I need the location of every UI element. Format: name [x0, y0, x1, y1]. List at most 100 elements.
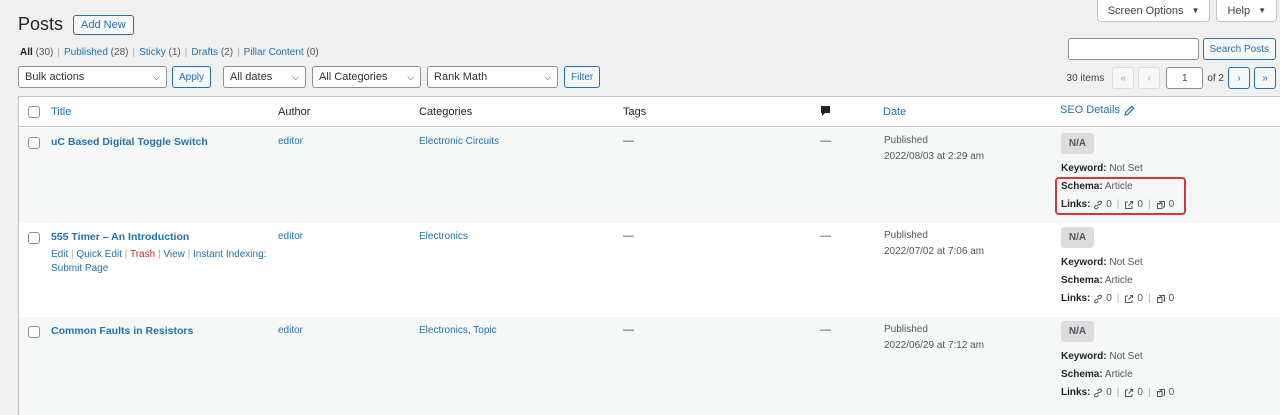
links-separator: | [1116, 293, 1120, 304]
action-separator: | [157, 249, 161, 260]
row-actions: Edit | Quick Edit | Trash | View | Insta… [51, 248, 271, 276]
apply-button[interactable]: Apply [172, 66, 212, 88]
table-header: Title Author Categories Tags Date SEO De… [19, 97, 1280, 127]
seo-filter-select[interactable]: Rank Math ⌵ [427, 66, 559, 88]
internal-links: 0 [1093, 293, 1112, 304]
view-separator: | [132, 47, 136, 58]
column-title[interactable]: Title [51, 106, 71, 118]
category-filter-select[interactable]: All Categories ⌵ [312, 66, 422, 88]
pencil-icon[interactable] [1124, 104, 1135, 116]
view-sticky[interactable]: Sticky (1) [139, 47, 181, 58]
date-filter-select[interactable]: All dates ⌵ [223, 66, 307, 88]
author-link[interactable]: editor [278, 136, 303, 147]
tags-value: — [623, 230, 634, 242]
last-page-button[interactable]: » [1254, 67, 1276, 89]
post-date-value: 2022/08/03 at 2:29 am [884, 151, 985, 162]
help-label: Help [1227, 4, 1251, 17]
author-link[interactable]: editor [278, 231, 303, 242]
column-date[interactable]: Date [883, 106, 906, 118]
external-link-icon [1125, 388, 1134, 397]
seo-schema: Schema: Article [1061, 275, 1133, 286]
post-status: Published [884, 230, 928, 241]
view-drafts-label: Drafts [191, 47, 219, 58]
links-separator: | [1147, 387, 1151, 398]
view-published[interactable]: Published (28) [64, 47, 129, 58]
filter-button[interactable]: Filter [564, 66, 601, 88]
search-input[interactable] [1067, 38, 1199, 60]
external-links: 0 [1124, 387, 1143, 398]
view-pillar-label: Pillar Content [243, 47, 304, 58]
view-action[interactable]: View [163, 249, 185, 260]
keyword-value: Not Set [1109, 163, 1143, 174]
chevron-down-icon: ⌵ [544, 71, 552, 82]
first-page-button[interactable]: « [1112, 67, 1135, 89]
links-separator: | [1116, 387, 1120, 398]
link-icon [1094, 388, 1103, 397]
chevron-down-icon: ⌵ [407, 71, 415, 82]
total-pages: of 2 [1207, 72, 1224, 84]
links-label: Links: [1061, 387, 1091, 398]
current-page-input[interactable]: 1 [1166, 67, 1204, 89]
comments-value: — [820, 135, 831, 147]
category-link[interactable]: Electronics [419, 231, 468, 242]
view-all[interactable]: All (30) [20, 47, 53, 58]
category-link[interactable]: Electronics, Topic [419, 325, 497, 336]
seo-keyword: Keyword: Not Set [1061, 257, 1143, 268]
author-link[interactable]: editor [278, 325, 303, 336]
screen-options-button[interactable]: Screen Options ▼ [1096, 0, 1211, 22]
prev-page-button[interactable]: ‹ [1138, 67, 1161, 89]
post-title-link[interactable]: 555 Timer – An Introduction [51, 231, 189, 243]
incoming-link-icon [1156, 294, 1165, 303]
screen-meta-links: Screen Options ▼ Help ▼ [1096, 0, 1277, 22]
category-link[interactable]: Electronic Circuits [419, 136, 499, 147]
incoming-links-count: 0 [1168, 387, 1175, 398]
post-date-value: 2022/07/02 at 7:06 am [884, 246, 985, 257]
post-date: Published 2022/06/29 at 7:12 am [884, 322, 984, 354]
select-all-checkbox[interactable] [28, 106, 40, 118]
tags-value: — [623, 324, 634, 336]
action-separator: | [71, 249, 74, 260]
incoming-links: 0 [1156, 293, 1174, 304]
post-date: Published 2022/07/02 at 7:06 am [884, 228, 984, 260]
view-separator: | [184, 47, 188, 58]
bulk-actions-value: Bulk actions [25, 71, 85, 83]
column-seo-details[interactable]: SEO Details [1060, 104, 1135, 116]
seo-keyword: Keyword: Not Set [1061, 163, 1143, 174]
link-icon [1094, 294, 1103, 303]
help-button[interactable]: Help ▼ [1216, 0, 1277, 22]
post-title-link[interactable]: uC Based Digital Toggle Switch [51, 136, 208, 148]
row-checkbox[interactable] [28, 137, 40, 149]
search-posts-button[interactable]: Search Posts [1202, 38, 1276, 60]
row-checkbox[interactable] [28, 326, 40, 338]
next-page-button[interactable]: › [1228, 67, 1250, 89]
quick-edit-action[interactable]: Quick Edit [76, 249, 122, 260]
view-published-label: Published [63, 47, 108, 58]
post-title-link[interactable]: Common Faults in Resistors [51, 325, 193, 337]
comment-icon[interactable] [820, 105, 831, 120]
view-separator: | [237, 47, 240, 58]
seo-details-label: SEO Details [1060, 104, 1120, 116]
internal-links: 0 [1093, 387, 1112, 398]
caret-down-icon: ▼ [1191, 6, 1200, 15]
add-new-button[interactable]: Add New [73, 14, 134, 35]
instant-indexing-label: Instant Indexing: [193, 249, 267, 260]
seo-score-badge: N/A [1061, 321, 1094, 342]
items-count: 30 items [1066, 72, 1105, 84]
bulk-actions-select[interactable]: Bulk actions ⌵ [18, 66, 167, 88]
submit-page-action[interactable]: Submit Page [51, 263, 108, 274]
post-date: Published 2022/08/03 at 2:29 am [884, 133, 984, 165]
keyword-label: Keyword: [1061, 257, 1107, 268]
internal-links-count: 0 [1106, 293, 1112, 304]
view-pillar-content[interactable]: Pillar Content (0) [244, 47, 319, 58]
view-drafts[interactable]: Drafts (2) [191, 47, 233, 58]
row-checkbox[interactable] [28, 232, 40, 244]
schema-value: Article [1104, 369, 1133, 380]
trash-action[interactable]: Trash [130, 249, 155, 260]
links-label: Links: [1061, 293, 1091, 304]
comments-value: — [820, 230, 831, 242]
comments-value: — [820, 324, 831, 336]
view-sticky-count: (1) [168, 47, 181, 58]
column-categories: Categories [419, 106, 473, 118]
seo-schema: Schema: Article [1061, 369, 1133, 380]
edit-action[interactable]: Edit [51, 249, 68, 260]
